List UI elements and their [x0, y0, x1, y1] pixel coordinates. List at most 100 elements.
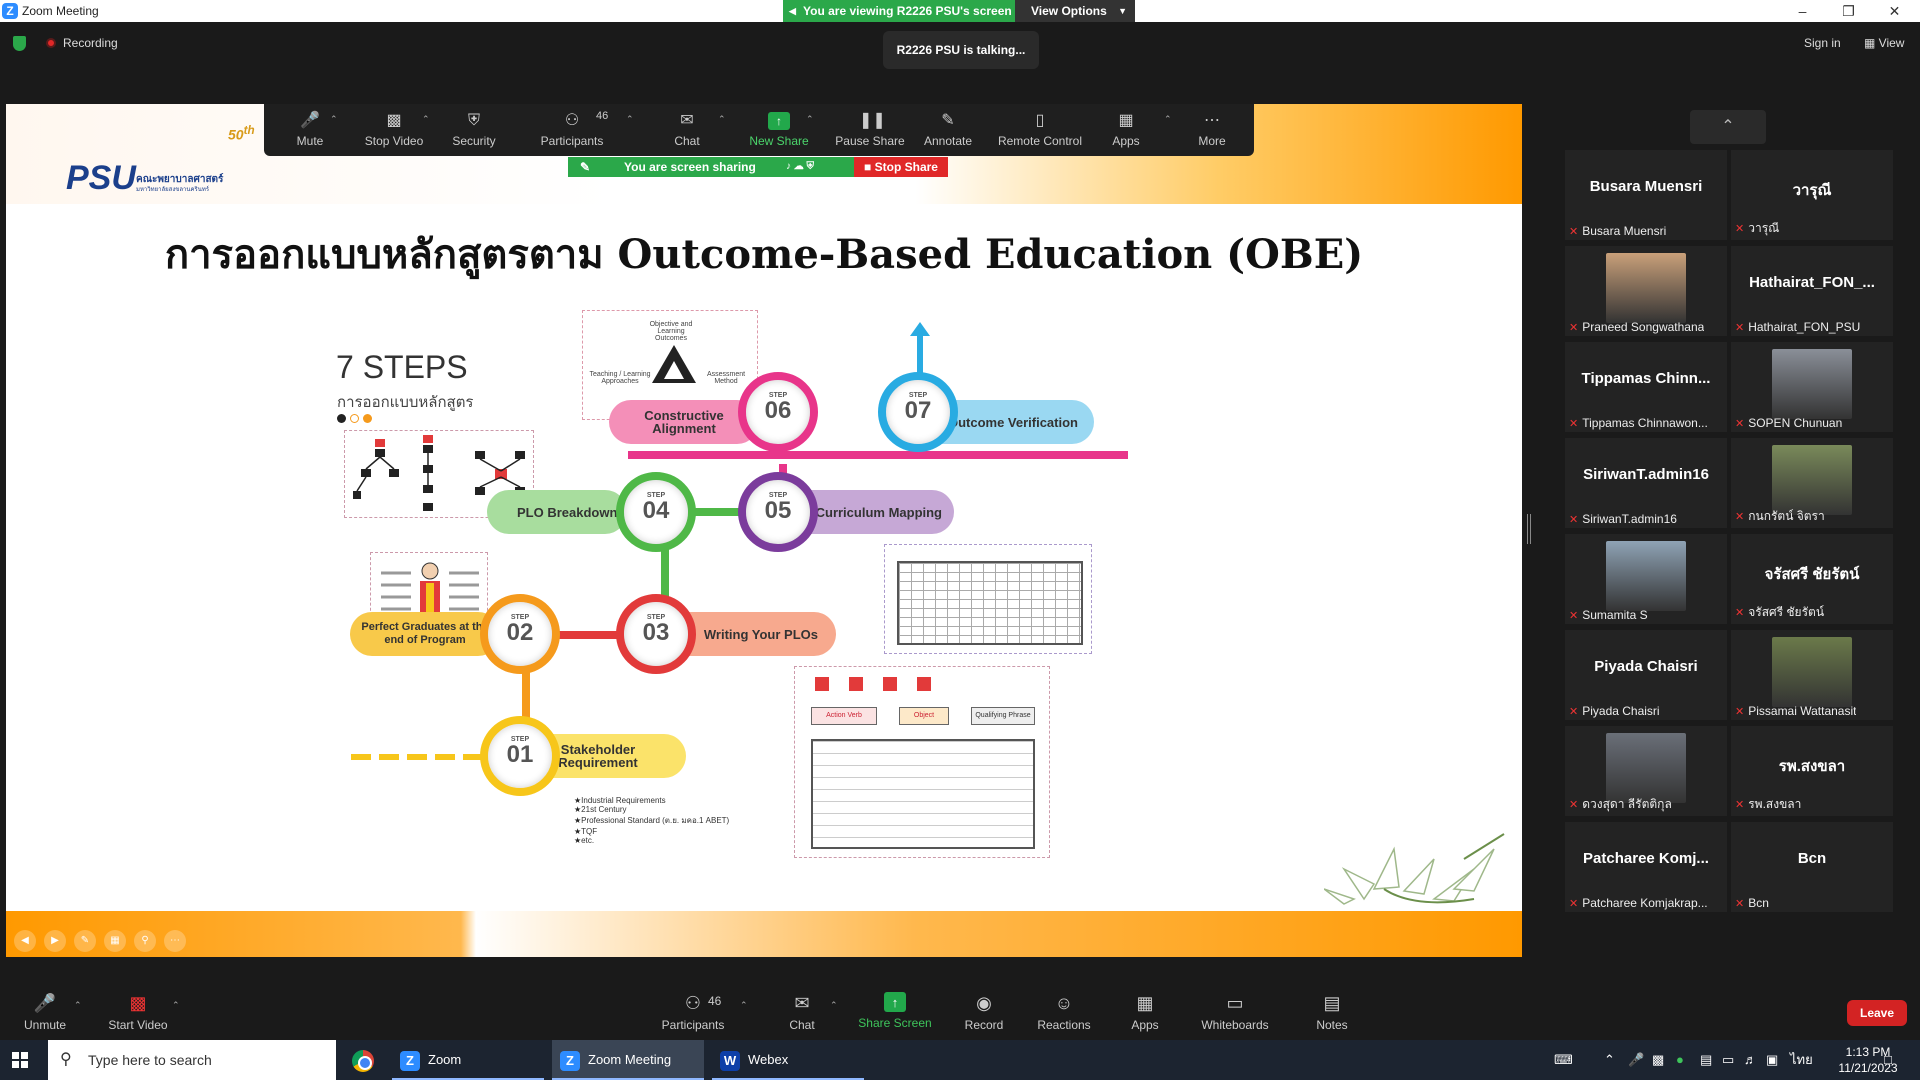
windows-start-icon[interactable] [12, 1052, 28, 1068]
participant-tile[interactable]: ✕ SOPEN Chunuan [1731, 342, 1893, 432]
participant-tile[interactable]: ✕ Pissamai Wattanasit [1731, 630, 1893, 720]
participant-tile[interactable]: Piyada Chaisri ✕ Piyada Chaisri [1565, 630, 1727, 720]
share-screen-button[interactable]: ↑ Share Screen [858, 992, 932, 1030]
reactions-button[interactable]: ☺ Reactions [1036, 992, 1092, 1032]
encryption-shield-icon[interactable] [13, 36, 26, 51]
battery-icon[interactable]: ▭ [1722, 1040, 1734, 1080]
share-options-chevron[interactable]: ⌃ [806, 114, 814, 125]
panel-splitter[interactable] [1527, 514, 1531, 544]
apps-options-chevron[interactable]: ⌃ [1164, 114, 1172, 125]
keyboard-icon[interactable]: ⌨ [1554, 1040, 1573, 1080]
view-options-button[interactable]: View Options ▼ [1015, 0, 1135, 22]
participant-tile[interactable]: วารุณี ✕ วารุณี [1731, 150, 1893, 240]
recording-label[interactable]: Recording [63, 36, 118, 50]
participant-name: Sumamita S [1582, 608, 1648, 622]
display-icon[interactable]: ▣ [1766, 1040, 1778, 1080]
slides-grid-icon[interactable]: ▦ [104, 930, 126, 952]
close-button[interactable]: ✕ [1872, 0, 1917, 22]
notes-button[interactable]: ▤ Notes [1314, 992, 1350, 1032]
chat-button[interactable]: ✉ Chat [786, 992, 818, 1032]
pause-share-button[interactable]: ❚❚ Pause Share [832, 104, 908, 156]
participant-tile[interactable]: Tippamas Chinn... ✕ Tippamas Chinnawon... [1565, 342, 1727, 432]
participant-tile[interactable]: SiriwanT.admin16 ✕ SiriwanT.admin16 [1565, 438, 1727, 528]
participants-options-chevron[interactable]: ⌃ [740, 1000, 748, 1011]
new-share-button[interactable]: ↑ New Share [744, 104, 814, 156]
start-video-button[interactable]: ▩ Start Video [106, 992, 170, 1032]
taskbar-app-webex[interactable]: W Webex [712, 1040, 864, 1080]
search-icon: ⚲ [60, 1051, 72, 1068]
security-button[interactable]: ⛨ Security [444, 104, 504, 156]
participant-tile[interactable]: รพ.สงขลา ✕ รพ.สงขลา [1731, 726, 1893, 816]
input-language[interactable]: ไทย [1790, 1040, 1813, 1080]
taskbar-app-zoom[interactable]: Z Zoom [392, 1040, 544, 1080]
chrome-icon[interactable] [352, 1050, 374, 1072]
maximize-button[interactable]: ❐ [1826, 0, 1871, 22]
participant-tile[interactable]: ✕ ดวงสุดา ลีรัตติกุล [1565, 726, 1727, 816]
verb-flags [809, 673, 1039, 697]
unmute-button[interactable]: 🎤 Unmute [22, 992, 68, 1032]
object-header: Object [899, 707, 949, 725]
tray-overflow-icon[interactable]: ⌃ [1604, 1040, 1615, 1080]
video-options-chevron[interactable]: ⌃ [422, 114, 430, 125]
previous-slide-icon[interactable]: ◀ [14, 930, 36, 952]
stop-share-button[interactable]: ■ Stop Share [854, 157, 948, 177]
camera-tray-icon[interactable]: ▩ [1652, 1040, 1664, 1080]
view-button[interactable]: ▦ View [1864, 36, 1904, 50]
zoom-tray-icon[interactable]: ● [1676, 1040, 1684, 1080]
stop-video-button[interactable]: ▩ Stop Video [356, 104, 432, 156]
participant-tile[interactable]: ✕ Praneed Songwathana [1565, 246, 1727, 336]
pen-tool-icon[interactable]: ✎ [74, 930, 96, 952]
notifications-icon[interactable]: □ [1884, 1040, 1892, 1080]
taskbar-search-input[interactable]: ⚲ Type here to search [48, 1040, 336, 1080]
clock-date: 11/21/2023 [1838, 1061, 1898, 1075]
participant-display-name: SiriwanT.admin16 [1583, 466, 1709, 483]
participant-tile[interactable]: จรัสศรี ชัยรัตน์ ✕ จรัสศรี ชัยรัตน์ [1731, 534, 1893, 624]
audio-options-chevron[interactable]: ⌃ [74, 1000, 82, 1011]
chat-options-chevron[interactable]: ⌃ [718, 114, 726, 125]
anniversary-number: 50 [228, 126, 244, 143]
remote-control-button[interactable]: ▯ Remote Control [992, 104, 1088, 156]
mute-options-chevron[interactable]: ⌃ [330, 114, 338, 125]
taskbar-app-zoom-meeting[interactable]: Z Zoom Meeting [552, 1040, 704, 1080]
mic-tray-icon[interactable]: 🎤 [1628, 1040, 1644, 1080]
more-options-icon[interactable]: ⋯ [164, 930, 186, 952]
participants-count: 46 [708, 994, 722, 1008]
participant-display-name: จรัสศรี ชัยรัตน์ [1764, 566, 1860, 583]
participant-video [1606, 733, 1686, 803]
list-item: Industrial Requirements [574, 796, 744, 805]
zoom-slide-icon[interactable]: ⚲ [134, 930, 156, 952]
participant-tile[interactable]: Hathairat_FON_... ✕ Hathairat_FON_PSU [1731, 246, 1893, 336]
whiteboards-button[interactable]: ▭ Whiteboards [1196, 992, 1274, 1032]
participant-tile[interactable]: Bcn ✕ Bcn [1731, 822, 1893, 912]
title-bar: Z Zoom Meeting You are viewing R2226 PSU… [0, 0, 1920, 22]
chat-options-chevron[interactable]: ⌃ [830, 1000, 838, 1011]
gallery-collapse-button[interactable]: ⌃ [1690, 110, 1766, 144]
participants-options-chevron[interactable]: ⌃ [626, 114, 634, 125]
next-slide-icon[interactable]: ▶ [44, 930, 66, 952]
record-button[interactable]: ◉ Record [962, 992, 1006, 1032]
connector-06-07 [628, 451, 1128, 459]
participant-video [1772, 349, 1852, 419]
share-toolbar: 🎤 Mute ⌃ ▩ Stop Video ⌃ ⛨ Security ⚇ Partici… [264, 104, 1254, 156]
taskbar-clock[interactable]: 1:13 PM 11/21/2023 [1832, 1044, 1904, 1076]
network-icon[interactable]: ▤ [1700, 1040, 1712, 1080]
mic-muted-icon: ✕ [1735, 418, 1745, 430]
apps-button[interactable]: ▦ Apps [1106, 104, 1146, 156]
annotate-button[interactable]: ✎ Annotate [916, 104, 980, 156]
participant-tile[interactable]: ✕ กนกรัตน์ จิตรา [1731, 438, 1893, 528]
video-options-chevron[interactable]: ⌃ [172, 1000, 180, 1011]
mute-button[interactable]: 🎤 Mute [284, 104, 336, 156]
leave-button[interactable]: Leave [1847, 1000, 1907, 1026]
windows-taskbar: ⚲ Type here to search Z Zoom Z Zoom Meeting… [0, 1040, 1920, 1080]
chat-button[interactable]: ✉ Chat [662, 104, 712, 156]
participant-name-label: ✕ Bcn [1735, 896, 1769, 910]
participant-tile[interactable]: Busara Muensri ✕ Busara Muensri [1565, 150, 1727, 240]
apps-button[interactable]: ▦ Apps [1128, 992, 1162, 1032]
more-button[interactable]: ⋯ More [1192, 104, 1232, 156]
participant-name: ดวงสุดา ลีรัตติกุล [1582, 797, 1672, 811]
participant-tile[interactable]: ✕ Sumamita S [1565, 534, 1727, 624]
minimize-button[interactable]: – [1780, 0, 1825, 22]
sign-in-link[interactable]: Sign in [1804, 36, 1841, 50]
participant-tile[interactable]: Patcharee Komj... ✕ Patcharee Komjakrap... [1565, 822, 1727, 912]
volume-icon[interactable]: ♬ [1744, 1040, 1757, 1080]
